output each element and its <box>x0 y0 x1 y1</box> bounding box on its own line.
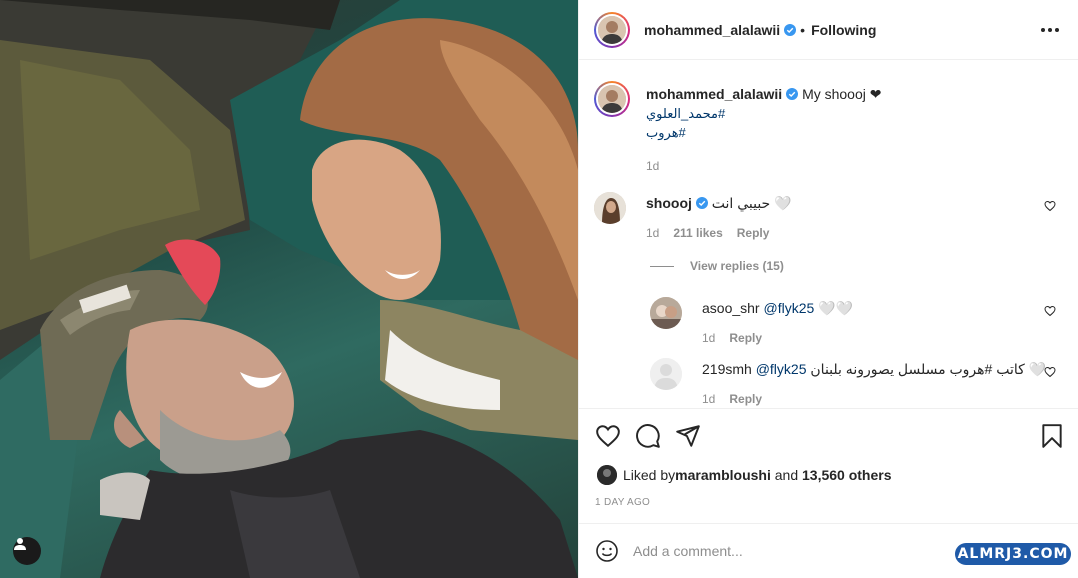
post-header: mohammed_alalawii • Following <box>579 0 1078 60</box>
watermark-logo: ALMRJ3.COM <box>955 543 1071 565</box>
bookmark-icon[interactable] <box>1039 423 1065 449</box>
user-tag-icon <box>14 538 26 550</box>
emoji-icon[interactable] <box>595 539 619 563</box>
heart-icon[interactable] <box>595 423 621 449</box>
share-icon[interactable] <box>675 423 701 449</box>
liker-username[interactable]: marambloushi <box>675 467 771 483</box>
more-options-button[interactable] <box>1041 22 1061 38</box>
hashtag-link[interactable]: #محمد_العلوي <box>646 104 1046 123</box>
comment-text: كاتب #هروب مسلسل يصورونه بلبنان 🤍 <box>806 361 1047 377</box>
commenter-avatar[interactable] <box>594 192 626 224</box>
post-timestamp: 1 DAY AGO <box>595 497 651 508</box>
mention-link[interactable]: @flyk25 <box>756 361 807 377</box>
comment-like-heart-icon[interactable] <box>1044 200 1056 212</box>
likes-summary: Liked by marambloushi and 13,560 others <box>597 465 892 485</box>
view-replies-label: View replies (15) <box>690 259 784 273</box>
verified-icon <box>695 197 708 209</box>
commenter-avatar[interactable] <box>650 297 682 329</box>
comment-like-heart-icon[interactable] <box>1044 366 1056 378</box>
verified-icon <box>784 23 797 36</box>
post-photo[interactable] <box>0 0 578 578</box>
user-tag-button[interactable] <box>13 537 41 565</box>
caption-username[interactable]: mohammed_alalawii <box>646 86 782 102</box>
post-details-panel: mohammed_alalawii • Following mohammed_a… <box>578 0 1078 578</box>
caption-author-avatar[interactable] <box>594 81 630 117</box>
author-username[interactable]: mohammed_alalawii <box>644 22 780 38</box>
more-icon <box>1041 28 1045 32</box>
liker-avatar[interactable] <box>597 465 617 485</box>
caption-text: My shoooj ❤ <box>802 86 882 102</box>
likes-middle: and <box>770 467 802 483</box>
caption-time: 1d <box>646 159 660 173</box>
reply-button[interactable]: Reply <box>729 392 762 406</box>
author-avatar[interactable] <box>594 11 630 48</box>
replies-divider-line <box>650 265 674 267</box>
comment-time: 1d <box>646 226 660 240</box>
verified-icon <box>786 88 799 100</box>
comment-time: 1d <box>702 392 716 406</box>
likes-others[interactable]: 13,560 others <box>802 467 892 483</box>
comment-icon[interactable] <box>635 423 661 449</box>
hashtag-link[interactable]: #هروب <box>646 123 1046 142</box>
comments-list[interactable]: mohammed_alalawii My shoooj ❤ #محمد_العل… <box>579 61 1078 407</box>
commenter-username[interactable]: 219smh <box>702 361 752 377</box>
reply-button[interactable]: Reply <box>737 226 770 240</box>
comment-time: 1d <box>702 331 716 345</box>
separator-dot: • <box>800 21 806 38</box>
reply-button[interactable]: Reply <box>729 331 762 345</box>
commenter-avatar[interactable] <box>650 358 682 390</box>
likes-prefix: Liked by <box>623 467 676 483</box>
comment-like-heart-icon[interactable] <box>1044 305 1056 317</box>
photo-illustration <box>0 0 578 578</box>
comment-likes[interactable]: 211 likes <box>673 226 722 240</box>
commenter-username[interactable]: asoo_shr <box>702 300 760 316</box>
comment-input[interactable] <box>633 543 933 559</box>
comment-text: حبيبي انت 🤍 <box>711 195 792 211</box>
commenter-username[interactable]: shoooj <box>646 195 692 211</box>
view-replies-button[interactable]: View replies (15) <box>650 259 784 273</box>
following-button[interactable]: Following <box>811 22 876 38</box>
mention-link[interactable]: @flyk25 <box>763 300 814 316</box>
comment-text: 🤍🤍 <box>814 300 854 316</box>
